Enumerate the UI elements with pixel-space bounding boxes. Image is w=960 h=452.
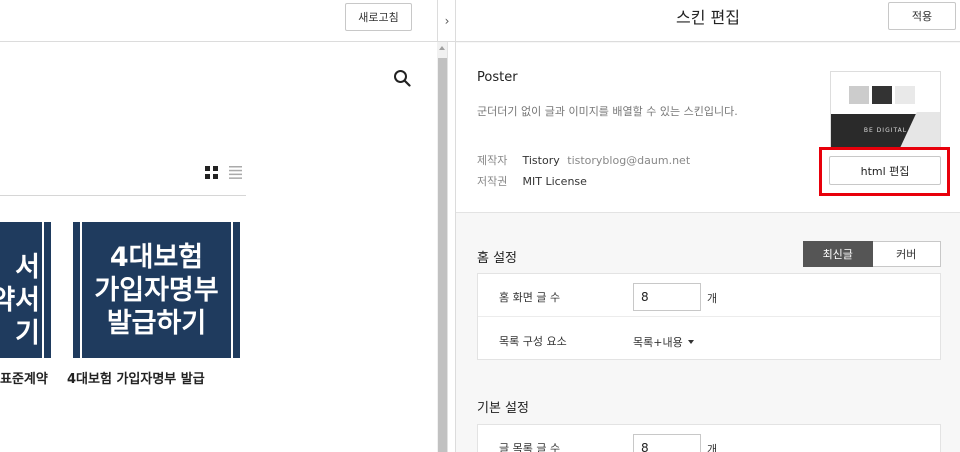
license-label: 저작권 — [477, 175, 508, 188]
home-settings-box: 홈 화면 글 수 8 개 목록 구성 요소 목록+내용 — [477, 273, 941, 360]
license-row: 저작권 MIT License — [477, 173, 587, 189]
refresh-button[interactable]: 새로고침 — [345, 3, 412, 31]
author-label: 제작자 — [477, 154, 508, 167]
list-post-count-unit: 개 — [707, 443, 718, 452]
thumbnail-text: 서 약서 기 — [0, 252, 40, 349]
scroll-thumb[interactable] — [438, 58, 447, 452]
pane-splitter: › — [437, 0, 456, 452]
license-value: MIT License — [522, 175, 587, 188]
scroll-up-arrow-icon[interactable] — [439, 46, 445, 50]
list-component-select[interactable]: 목록+내용 — [633, 334, 694, 350]
list-divider — [0, 195, 246, 196]
author-email: tistoryblog@daum.net — [567, 154, 691, 167]
post-title[interactable]: 표준계약 — [0, 368, 48, 387]
home-post-count-label: 홈 화면 글 수 — [499, 291, 561, 304]
list-view-icon[interactable] — [229, 166, 242, 179]
basic-settings-box: 글 목록 글 수 8 개 — [477, 424, 941, 452]
highlight-box — [819, 147, 950, 196]
thumbnail-image — [872, 86, 892, 104]
collapse-panel-button[interactable]: › — [437, 0, 456, 42]
home-post-count-unit: 개 — [707, 292, 718, 305]
chevron-down-icon — [687, 340, 694, 344]
editor-title: 스킨 편집 — [676, 8, 740, 27]
editor-header: 스킨 편집 적용 — [456, 0, 960, 42]
author-row: 제작자 Tistory tistoryblog@daum.net — [477, 152, 690, 168]
basic-settings-title: 기본 설정 — [477, 401, 529, 416]
list-post-count-input[interactable]: 8 — [633, 434, 701, 452]
list-component-value: 목록+내용 — [633, 336, 683, 349]
post-thumbnail[interactable]: 4대보험 가입자명부 발급하기 — [73, 222, 240, 358]
thumbnail-image — [849, 86, 869, 104]
blog-preview-pane: 새로고침 서 약서 기 표준계약 4대보험 가입자명부 발급하기 4대보험 가입… — [0, 0, 437, 452]
post-title[interactable]: 4대보험 가입자명부 발급 — [67, 368, 205, 387]
list-component-label: 목록 구성 요소 — [499, 335, 567, 348]
search-icon[interactable] — [393, 69, 411, 87]
thumbnail-text: 4대보험 가입자명부 발급하기 — [94, 242, 219, 339]
thumbnail-caption: BE DIGITAL — [863, 127, 908, 134]
toggle-cover[interactable]: 커버 — [872, 241, 941, 267]
home-layout-toggle: 최신글 커버 — [803, 241, 941, 267]
apply-button[interactable]: 적용 — [888, 2, 956, 30]
grid-view-icon[interactable] — [205, 166, 218, 179]
skin-editor-panel: 스킨 편집 적용 Poster 군더더기 없이 글과 이미지를 배열할 수 있는… — [456, 0, 960, 452]
skin-thumbnail: BE DIGITAL — [830, 71, 941, 149]
list-post-count-label: 글 목록 글 수 — [499, 442, 561, 452]
skin-description: 군더더기 없이 글과 이미지를 배열할 수 있는 스킨입니다. — [477, 105, 738, 118]
home-post-count-row: 홈 화면 글 수 8 개 — [478, 274, 940, 317]
author-name: Tistory — [522, 154, 560, 167]
skin-editor-screen: 새로고침 서 약서 기 표준계약 4대보험 가입자명부 발급하기 4대보험 가입… — [0, 0, 960, 452]
home-settings-title: 홈 설정 — [477, 251, 518, 266]
toggle-latest-posts[interactable]: 최신글 — [803, 241, 873, 267]
list-post-count-row: 글 목록 글 수 8 개 — [478, 425, 940, 452]
preview-scrollbar[interactable] — [437, 42, 448, 452]
skin-info-card: Poster 군더더기 없이 글과 이미지를 배열할 수 있는 스킨입니다. 제… — [456, 43, 960, 213]
post-thumbnail[interactable]: 서 약서 기 — [0, 222, 51, 358]
skin-name: Poster — [477, 70, 518, 85]
thumbnail-image — [895, 86, 915, 104]
home-post-count-input[interactable]: 8 — [633, 283, 701, 311]
preview-toolbar: 새로고침 — [0, 0, 437, 42]
list-component-row: 목록 구성 요소 목록+내용 — [478, 318, 940, 361]
